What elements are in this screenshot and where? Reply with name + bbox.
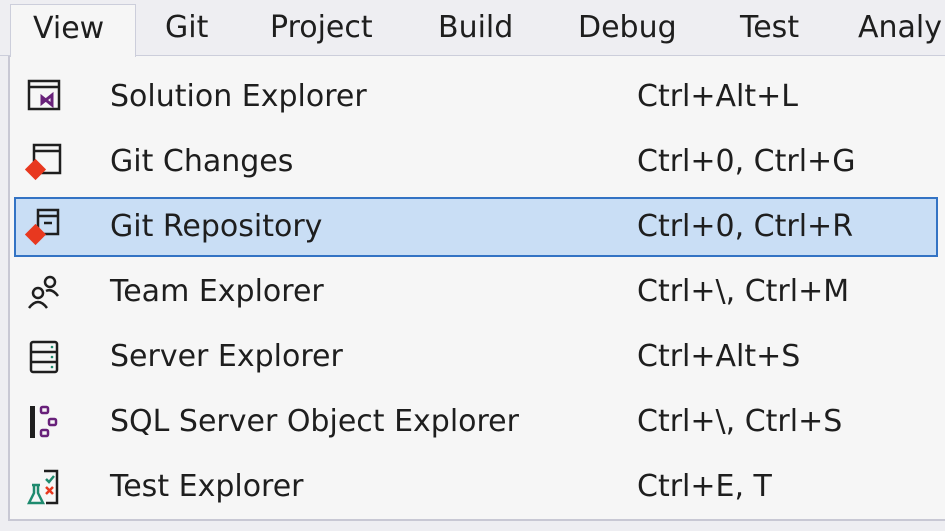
menu-item-label: Server Explorer <box>110 339 343 374</box>
sql-server-object-explorer-icon <box>30 405 58 438</box>
git-changes-icon <box>24 143 62 181</box>
solution-explorer-icon <box>27 79 61 111</box>
menu-git[interactable]: Git <box>165 8 208 48</box>
menu-item-label: Git Repository <box>110 209 323 244</box>
menu-bar: View Git Project Build Debug Test Analy <box>0 0 945 57</box>
menu-view[interactable]: View <box>10 4 136 57</box>
menu-item-label: Team Explorer <box>110 274 324 309</box>
team-explorer-icon <box>28 275 59 309</box>
view-dropdown-menu: Solution Explorer Ctrl+Alt+L Git Changes… <box>8 56 945 521</box>
menu-item-shortcut: Ctrl+0, Ctrl+R <box>637 209 854 244</box>
menu-item-sql-server-object-explorer[interactable]: SQL Server Object Explorer Ctrl+\, Ctrl+… <box>14 392 938 452</box>
git-repository-icon <box>24 208 60 246</box>
menu-item-shortcut: Ctrl+\, Ctrl+M <box>637 274 850 309</box>
menu-item-label: Test Explorer <box>110 469 304 504</box>
menu-item-shortcut: Ctrl+Alt+S <box>637 339 801 374</box>
menu-analyze[interactable]: Analy <box>858 8 942 48</box>
menu-item-solution-explorer[interactable]: Solution Explorer Ctrl+Alt+L <box>14 67 938 127</box>
menu-item-git-repository[interactable]: Git Repository Ctrl+0, Ctrl+R <box>14 197 938 257</box>
menu-test[interactable]: Test <box>740 8 799 48</box>
menu-item-team-explorer[interactable]: Team Explorer Ctrl+\, Ctrl+M <box>14 262 938 322</box>
menu-item-label: Git Changes <box>110 144 294 179</box>
menu-item-git-changes[interactable]: Git Changes Ctrl+0, Ctrl+G <box>14 132 938 192</box>
menu-item-shortcut: Ctrl+0, Ctrl+G <box>637 144 856 179</box>
menu-item-shortcut: Ctrl+\, Ctrl+S <box>637 404 843 439</box>
menu-build[interactable]: Build <box>438 8 513 48</box>
menu-debug[interactable]: Debug <box>578 8 677 48</box>
menu-item-label: Solution Explorer <box>110 79 367 114</box>
menu-item-test-explorer[interactable]: Test Explorer Ctrl+E, T <box>14 457 938 517</box>
menu-view-label: View <box>33 11 105 46</box>
server-explorer-icon <box>29 340 59 374</box>
menu-item-shortcut: Ctrl+Alt+L <box>637 79 798 114</box>
menu-item-server-explorer[interactable]: Server Explorer Ctrl+Alt+S <box>14 327 938 387</box>
test-explorer-icon <box>26 469 59 505</box>
menu-item-label: SQL Server Object Explorer <box>110 404 519 439</box>
menu-item-shortcut: Ctrl+E, T <box>637 469 772 504</box>
menu-project[interactable]: Project <box>270 8 373 48</box>
